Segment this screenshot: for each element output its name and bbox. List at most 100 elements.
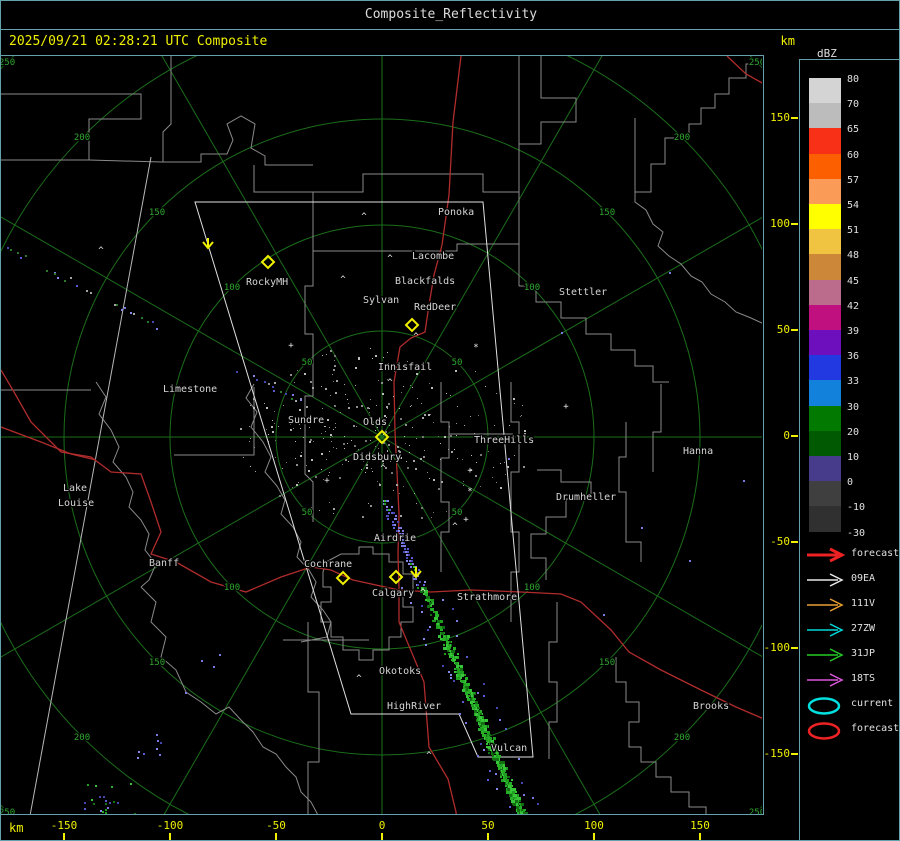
city-label: Banff <box>149 558 179 569</box>
svg-text:50: 50 <box>452 358 463 368</box>
svg-text:+: + <box>324 476 330 486</box>
svg-text:250: 250 <box>1 808 15 814</box>
legend-ellipse-icon <box>807 722 841 740</box>
x-axis-tick <box>275 833 277 840</box>
x-axis-tick <box>63 833 65 840</box>
city-label: Stettler <box>559 287 607 298</box>
city-label: Brooks <box>693 701 729 712</box>
colorbar-tick-label: 10 <box>847 452 860 463</box>
city-label: Ponoka <box>438 207 474 218</box>
city-label: Hanna <box>683 446 713 457</box>
sidebar-divider <box>799 59 800 840</box>
svg-text:+: + <box>463 515 469 525</box>
svg-text:100: 100 <box>224 583 240 593</box>
legend-arrow-icon <box>807 648 844 662</box>
legend-item-arrow: 27ZW <box>805 620 899 642</box>
svg-text:^: ^ <box>387 254 393 264</box>
colorbar-tick-label: 39 <box>847 326 860 337</box>
colorbar-tick-label: -10 <box>847 502 866 514</box>
city-label: Lake <box>63 483 87 494</box>
svg-text:50: 50 <box>302 508 313 518</box>
window-title: Composite_Reflectivity <box>364 7 538 22</box>
colorbar-tick-label: 20 <box>847 426 860 438</box>
radar-map[interactable]: 50 50 50 50 100 100 100 100 150 150 150 150 200 200 20… <box>1 56 762 814</box>
colorbar-block <box>809 229 841 255</box>
colorbar-block <box>809 254 841 280</box>
legend-label: 111V <box>851 598 876 609</box>
city-label: Didsbury <box>353 452 401 463</box>
y-axis-label: 50 <box>776 323 790 336</box>
city-label: Okotoks <box>379 666 421 677</box>
svg-text:250: 250 <box>749 808 762 814</box>
svg-text:+: + <box>467 466 473 476</box>
svg-text:150: 150 <box>599 208 615 218</box>
x-axis-tick <box>381 833 383 840</box>
y-axis-label: -150 <box>763 747 791 760</box>
svg-text:^: ^ <box>361 212 367 222</box>
svg-text:200: 200 <box>674 733 690 743</box>
colorbar-tick-label: 30 <box>847 401 860 413</box>
colorbar-block <box>809 456 841 482</box>
radar-map-area[interactable]: 50 50 50 50 100 100 100 100 150 150 150 150 200 200 20… <box>1 55 764 815</box>
svg-text:100: 100 <box>224 283 240 293</box>
legend-item-arrow: forecast <box>805 545 900 567</box>
y-axis-tick <box>791 647 798 649</box>
svg-text:100: 100 <box>524 583 540 593</box>
city-label: Airdrie <box>374 533 416 544</box>
y-axis-tick <box>791 435 798 437</box>
svg-text:150: 150 <box>149 208 165 218</box>
city-label: Strathmore <box>457 592 517 603</box>
x-axis-label: 100 <box>584 819 604 832</box>
y-axis-tick <box>791 753 798 755</box>
colorbar-block <box>809 78 841 104</box>
legend-label: current <box>851 698 894 709</box>
svg-text:200: 200 <box>74 733 90 743</box>
colorbar-block <box>809 405 841 431</box>
colorbar-tick-label: 48 <box>847 250 860 262</box>
legend-label: 09EA <box>851 573 876 584</box>
city-label: Louise <box>58 498 94 509</box>
legend-item-ellipse: current <box>805 695 899 717</box>
colorbar-block <box>809 506 841 532</box>
city-label: Vulcan <box>491 743 527 754</box>
precip-band <box>185 272 745 814</box>
city-label: Drumheller <box>556 492 616 503</box>
colorbar-block <box>809 153 841 179</box>
city-label: Blackfalds <box>395 276 455 287</box>
colorbar-title: dBZ <box>817 47 837 60</box>
svg-text:^: ^ <box>452 522 458 532</box>
colorbar-tick-label: 70 <box>847 99 860 111</box>
colorbar-block <box>809 380 841 406</box>
legend-label: forecast <box>851 548 900 559</box>
legend-label: 27ZW <box>851 623 876 634</box>
svg-text:^: ^ <box>380 464 386 474</box>
svg-text:*: * <box>473 343 478 353</box>
svg-text:^: ^ <box>387 378 393 388</box>
colorbar-tick-label: 36 <box>847 351 860 363</box>
svg-text:*: * <box>467 487 472 497</box>
city-label: Cochrane <box>304 559 352 570</box>
legend-arrow-icon <box>807 598 844 612</box>
svg-text:250: 250 <box>1 58 15 68</box>
colorbar-block <box>809 481 841 507</box>
legend-label: 18TS <box>851 673 876 684</box>
city-label: Sylvan <box>363 295 399 306</box>
svg-text:^: ^ <box>340 275 346 285</box>
colorbar-tick-label: -30 <box>847 527 866 539</box>
timestamp-label: 2025/09/21 02:28:21 UTC Composite <box>9 34 268 49</box>
city-label: Limestone <box>163 384 217 395</box>
legend-item-ellipse: forecast <box>805 720 899 742</box>
x-axis-label: 150 <box>690 819 710 832</box>
colorbar-tick-label: 0 <box>847 477 854 489</box>
x-axis-label: -100 <box>156 819 184 832</box>
colorbar-tick-label: 54 <box>847 200 860 211</box>
legend-label: 31JP <box>851 648 876 659</box>
x-axis-tick <box>487 833 489 840</box>
radar-site-diamond-icon <box>404 317 420 333</box>
y-axis-label: 0 <box>783 429 790 442</box>
city-label: Lacombe <box>412 251 454 262</box>
colorbar-tick-label: 60 <box>847 149 860 161</box>
colorbar-block <box>809 355 841 381</box>
bottom-axis-unit: km <box>9 821 24 835</box>
y-axis-label: 150 <box>770 111 790 124</box>
